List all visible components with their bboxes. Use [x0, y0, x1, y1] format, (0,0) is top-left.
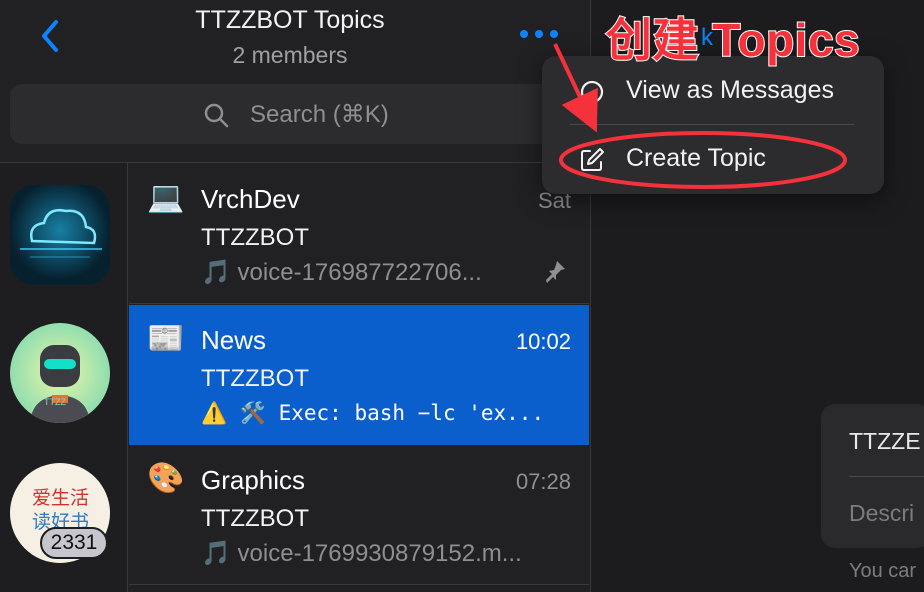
- topic-time: 07:28: [515, 469, 571, 494]
- annotation-label: 创建 Topics: [605, 13, 861, 67]
- avatar-3-line-1: 爱生活: [32, 488, 90, 509]
- page-title: TTZZBOT Topics: [195, 6, 385, 34]
- topic-sender: TTZZBOT: [201, 505, 309, 532]
- pin-icon: [546, 261, 565, 283]
- search-bar[interactable]: Search (⌘K): [10, 84, 584, 144]
- unread-badge: 2331: [40, 527, 108, 559]
- search-icon: [204, 103, 229, 128]
- avatar-robot[interactable]: TTZZ: [10, 323, 110, 423]
- laptop-icon: 💻: [147, 181, 185, 214]
- ellipsis-icon: [520, 30, 558, 38]
- topic-row-news[interactable]: 📰 News 10:02 TTZZBOT ⚠️ 🛠️ Exec: bash −l…: [129, 305, 589, 445]
- topic-row-vrchdev[interactable]: 💻 VrchDev Sat TTZZBOT 🎵 voice-1769877227…: [129, 164, 589, 304]
- topic-preview: 🎵 voice-1769930879152.m...: [201, 540, 522, 567]
- more-menu: View as Messages Create Topic: [542, 56, 884, 194]
- avatar-2-text: TTZZ: [44, 397, 66, 407]
- menu-item-label: Create Topic: [626, 144, 766, 172]
- topic-sender: TTZZBOT: [201, 365, 309, 392]
- topic-name: VrchDev: [201, 184, 300, 214]
- topics-pane: TTZZBOT Topics 2 members Search (⌘K) TTZ…: [0, 0, 590, 592]
- menu-item-create-topic[interactable]: Create Topic: [542, 128, 884, 190]
- topic-sender: TTZZBOT: [201, 224, 309, 251]
- circle-icon: [580, 80, 604, 104]
- newspaper-icon: 📰: [147, 322, 185, 355]
- palette-icon: 🎨: [147, 462, 185, 495]
- member-count: 2 members: [232, 42, 348, 68]
- topic-row-graphics[interactable]: 🎨 Graphics 07:28 TTZZBOT 🎵 voice-1769930…: [129, 445, 589, 585]
- card-divider: [849, 476, 924, 477]
- menu-divider: [570, 124, 854, 125]
- topic-preview: 🎵 voice-176987722706...: [201, 259, 482, 286]
- topic-name: Graphics: [201, 465, 306, 495]
- header: TTZZBOT Topics 2 members: [0, 0, 590, 80]
- description-field[interactable]: Descri: [849, 500, 914, 527]
- compose-icon: [581, 148, 604, 171]
- topic-preview: ⚠️ 🛠️ Exec: bash −lc 'ex...: [201, 401, 541, 425]
- topic-name: News: [201, 325, 267, 355]
- menu-item-label: View as Messages: [626, 76, 834, 104]
- card-title: TTZZE: [849, 428, 921, 454]
- topic-info-card: TTZZE Descri: [821, 404, 924, 548]
- more-button[interactable]: [514, 22, 566, 46]
- topic-time: 10:02: [515, 329, 571, 354]
- avatar-cloud[interactable]: [10, 185, 110, 285]
- search-placeholder: Search (⌘K): [250, 101, 389, 128]
- footer-hint: You car: [849, 560, 917, 582]
